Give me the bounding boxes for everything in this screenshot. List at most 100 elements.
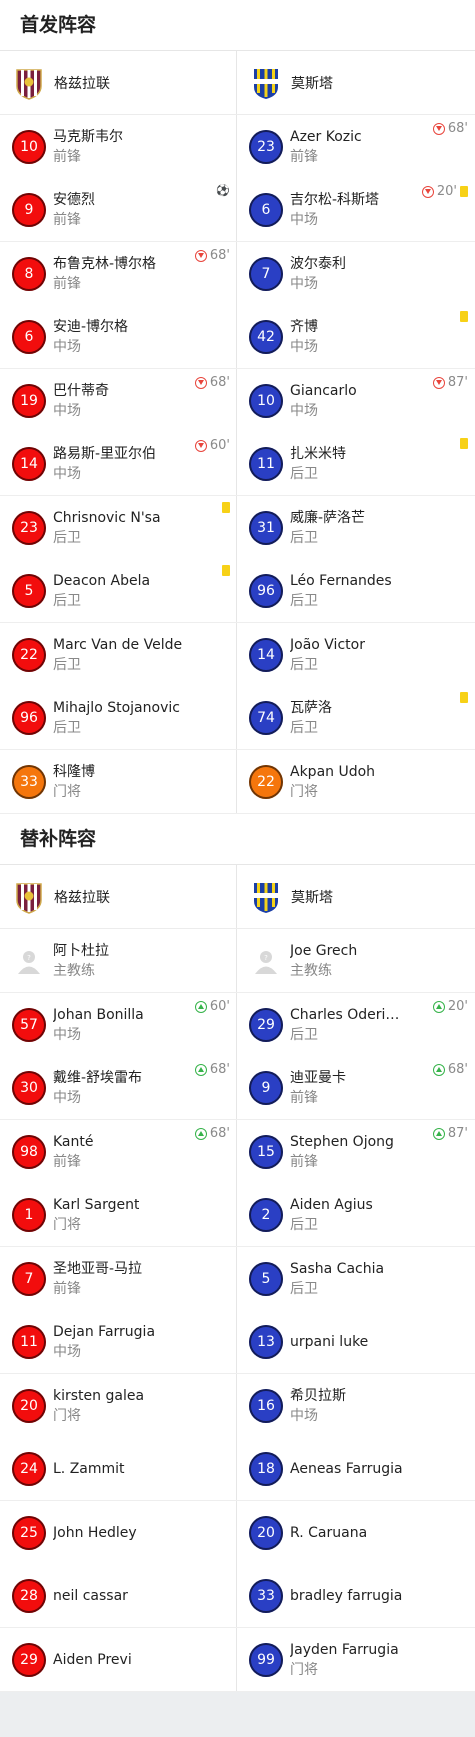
player-info: kirsten galea 门将 — [53, 1386, 144, 1426]
player-name: 扎米米特 — [290, 445, 346, 462]
player-position: 中场 — [290, 1407, 318, 1424]
starting-player-list: 10 马克斯韦尔 前锋 9 安德烈 前锋 ⚽ 23 Azer Kozic 前锋 68' 6 吉尔松-科斯… — [0, 115, 475, 814]
player-entry[interactable]: 6 吉尔松-科斯塔 中场 20' — [237, 178, 474, 241]
away-column: 10 Giancarlo 中场 87' 11 扎米米特 后卫 — [237, 369, 474, 495]
player-entry[interactable]: 31 威廉-萨洛芒 后卫 — [237, 496, 474, 559]
jersey-number-badge: 20 — [249, 1515, 283, 1550]
subs-away-team-header[interactable]: 莫斯塔 — [237, 865, 474, 928]
away-coach[interactable]: ? Joe Grech 主教练 — [237, 929, 474, 992]
home-team-header[interactable]: 格兹拉联 — [0, 51, 237, 114]
player-entry[interactable]: 99 Jayden Farrugia 门将 — [237, 1628, 474, 1691]
coach-role: 主教练 — [53, 962, 95, 979]
player-entry[interactable]: 23 Azer Kozic 前锋 68' — [237, 115, 474, 178]
player-name: 科隆博 — [53, 763, 95, 780]
jersey-number-badge: 11 — [12, 1324, 46, 1359]
player-entry[interactable]: 9 安德烈 前锋 ⚽ — [0, 178, 236, 241]
player-info: Aeneas Farrugia — [290, 1459, 403, 1479]
player-info: John Hedley — [53, 1523, 137, 1543]
jersey-number-badge: 2 — [249, 1197, 283, 1232]
player-entry[interactable]: 7 波尔泰利 中场 — [237, 242, 474, 305]
player-entry[interactable]: 8 布鲁克林-博尔格 前锋 68' — [0, 242, 236, 305]
player-entry[interactable]: 7 圣地亚哥-马拉 前锋 — [0, 1247, 236, 1310]
player-entry[interactable]: 57 Johan Bonilla 中场 60' — [0, 993, 236, 1056]
player-entry[interactable]: 33 科隆博 门将 — [0, 750, 236, 813]
player-name: bradley farrugia — [290, 1587, 403, 1604]
lineup-page: 首发阵容 格兹拉联 莫斯塔 10 马克斯韦尔 前锋 9 安德烈 前锋 ⚽ 23 Azer Koz — [0, 0, 475, 1692]
player-name: 圣地亚哥-马拉 — [53, 1260, 143, 1277]
player-entry[interactable]: 20 kirsten galea 门将 — [0, 1374, 236, 1437]
player-entry[interactable]: 33 bradley farrugia — [237, 1564, 474, 1627]
player-entry[interactable]: 11 扎米米特 后卫 — [237, 432, 474, 495]
player-entry[interactable]: 96 Léo Fernandes 后卫 — [237, 559, 474, 622]
player-position: 后卫 — [53, 719, 81, 736]
player-name: Sasha Cachia — [290, 1260, 385, 1277]
player-entry[interactable]: 30 戴维-舒埃雷布 中场 68' — [0, 1056, 236, 1119]
home-column: 98 Kanté 前锋 68' 1 Karl Sargent 门将 — [0, 1120, 237, 1246]
player-entry[interactable]: 24 L. Zammit — [0, 1437, 236, 1500]
player-entry[interactable]: 29 Aiden Previ — [0, 1628, 236, 1691]
player-entry[interactable]: 14 路易斯-里亚尔伯 中场 60' — [0, 432, 236, 495]
subs-home-team-header[interactable]: 格兹拉联 — [0, 865, 237, 928]
player-entry[interactable]: 11 Dejan Farrugia 中场 — [0, 1310, 236, 1373]
player-info: Chrisnovic N'sa 后卫 — [53, 508, 161, 548]
jersey-number-badge: 22 — [249, 764, 283, 799]
svg-text:?: ? — [27, 954, 31, 962]
player-position: 前锋 — [53, 211, 81, 228]
substitution-in-icon — [432, 1127, 445, 1140]
jersey-number-badge: 16 — [249, 1388, 283, 1423]
jersey-number-badge: 14 — [249, 637, 283, 672]
jersey-number-badge: 25 — [12, 1515, 46, 1550]
player-name: 安德烈 — [53, 191, 95, 208]
player-entry[interactable]: 15 Stephen Ojong 前锋 87' — [237, 1120, 474, 1183]
player-entry[interactable]: 22 Akpan Udoh 门将 — [237, 750, 474, 813]
player-position: 门将 — [53, 1407, 81, 1424]
player-position: 后卫 — [290, 656, 318, 673]
player-entry[interactable]: 6 安迪-博尔格 中场 — [0, 305, 236, 368]
player-name: Akpan Udoh — [290, 763, 376, 780]
player-entry[interactable]: 14 João Victor 后卫 — [237, 623, 474, 686]
player-entry[interactable]: 20 R. Caruana — [237, 1501, 474, 1564]
jersey-number-badge: 74 — [249, 700, 283, 735]
away-team-header[interactable]: 莫斯塔 — [237, 51, 474, 114]
player-position: 后卫 — [53, 656, 81, 673]
player-entry[interactable]: 28 neil cassar — [0, 1564, 236, 1627]
player-info: 安迪-博尔格 中场 — [53, 317, 128, 357]
page-footer-space — [0, 1692, 475, 1737]
player-entry[interactable]: 10 Giancarlo 中场 87' — [237, 369, 474, 432]
player-entry[interactable]: 9 迪亚曼卡 前锋 68' — [237, 1056, 474, 1119]
away-column: 22 Akpan Udoh 门将 — [237, 750, 474, 813]
substitution-minute: 87' — [447, 375, 468, 390]
jersey-number-badge: 33 — [249, 1578, 283, 1613]
player-events — [460, 438, 468, 449]
coach-name: Joe Grech — [290, 942, 358, 959]
substitution-minute: 87' — [447, 1126, 468, 1141]
away-column: 14 João Victor 后卫 74 瓦萨洛 后卫 — [237, 623, 474, 749]
player-entry[interactable]: 98 Kanté 前锋 68' — [0, 1120, 236, 1183]
player-entry[interactable]: 5 Deacon Abela 后卫 — [0, 559, 236, 622]
player-name: Aiden Previ — [53, 1651, 132, 1668]
player-entry[interactable]: 25 John Hedley — [0, 1501, 236, 1564]
home-coach[interactable]: ? 阿卜杜拉 主教练 — [0, 929, 237, 992]
player-position: 后卫 — [290, 592, 318, 609]
player-entry[interactable]: 2 Aiden Agius 后卫 — [237, 1183, 474, 1246]
player-entry[interactable]: 1 Karl Sargent 门将 — [0, 1183, 236, 1246]
home-column: 57 Johan Bonilla 中场 60' 30 戴维-舒埃雷布 中场 68' — [0, 993, 237, 1119]
player-entry[interactable]: 5 Sasha Cachia 后卫 — [237, 1247, 474, 1310]
player-position: 后卫 — [290, 529, 318, 546]
player-entry[interactable]: 18 Aeneas Farrugia — [237, 1437, 474, 1500]
player-info: 布鲁克林-博尔格 前锋 — [53, 254, 156, 294]
player-name: Jayden Farrugia — [290, 1641, 399, 1658]
player-entry[interactable]: 29 Charles Oderinde 后卫 20' — [237, 993, 474, 1056]
player-entry[interactable]: 23 Chrisnovic N'sa 后卫 — [0, 496, 236, 559]
player-entry[interactable]: 10 马克斯韦尔 前锋 — [0, 115, 236, 178]
player-entry[interactable]: 16 希贝拉斯 中场 — [237, 1374, 474, 1437]
player-entry[interactable]: 13 urpani luke — [237, 1310, 474, 1373]
jersey-number-badge: 9 — [249, 1070, 283, 1105]
player-name: Chrisnovic N'sa — [53, 509, 161, 526]
player-entry[interactable]: 22 Marc Van de Velde 后卫 — [0, 623, 236, 686]
substitutes-title: 替补阵容 — [0, 814, 475, 865]
player-entry[interactable]: 74 瓦萨洛 后卫 — [237, 686, 474, 749]
player-entry[interactable]: 19 巴什蒂奇 中场 68' — [0, 369, 236, 432]
player-entry[interactable]: 42 齐博 中场 — [237, 305, 474, 368]
player-entry[interactable]: 96 Mihajlo Stojanovic 后卫 — [0, 686, 236, 749]
